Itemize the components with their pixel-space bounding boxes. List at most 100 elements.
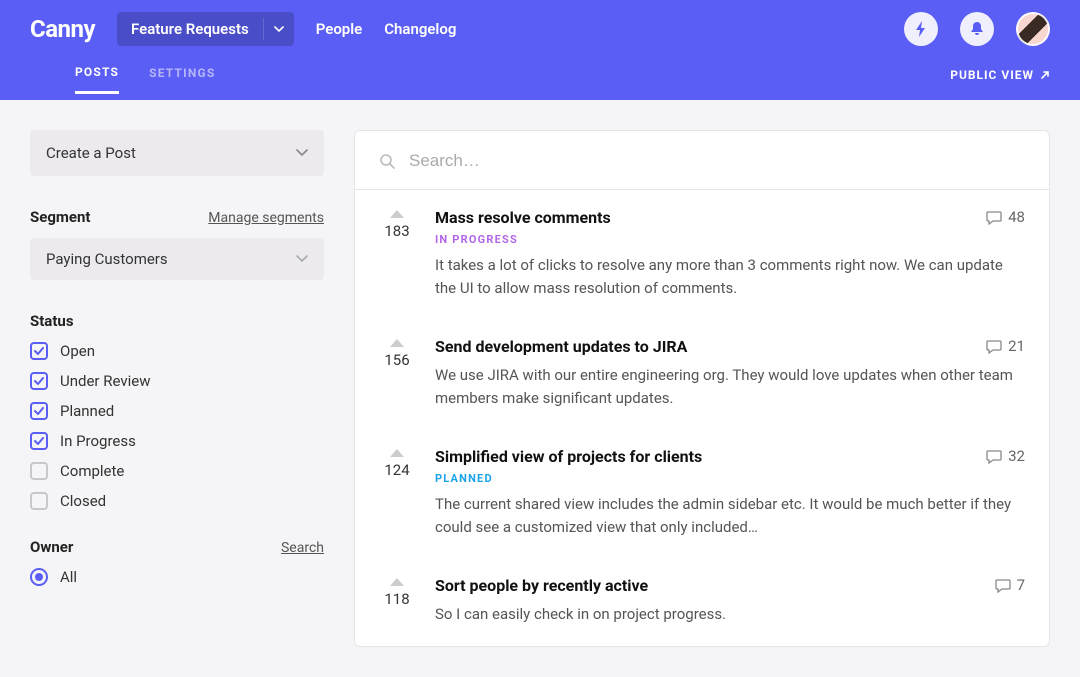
radio bbox=[30, 568, 48, 586]
lightning-button[interactable] bbox=[904, 12, 938, 46]
checkbox bbox=[30, 492, 48, 510]
chevron-down-icon bbox=[296, 149, 308, 157]
post-body: Mass resolve comments 48 IN PROGRESS It tak… bbox=[435, 208, 1025, 299]
post-title: Sort people by recently active bbox=[435, 576, 648, 595]
status-heading: Status bbox=[30, 312, 74, 330]
post-description: So I can easily check in on project prog… bbox=[435, 603, 1025, 626]
checkbox bbox=[30, 432, 48, 450]
board-selector-label: Feature Requests bbox=[117, 12, 263, 46]
status-option-label: Under Review bbox=[60, 372, 150, 390]
comment-icon bbox=[986, 339, 1002, 354]
post-description: The current shared view includes the adm… bbox=[435, 493, 1025, 538]
status-option-label: Planned bbox=[60, 402, 114, 420]
upvote-icon bbox=[390, 339, 404, 347]
nav-people[interactable]: People bbox=[316, 20, 363, 38]
app-header: Canny Feature Requests People Changelog … bbox=[0, 0, 1080, 100]
status-option-label: Complete bbox=[60, 462, 124, 480]
checkbox bbox=[30, 342, 48, 360]
upvote-icon bbox=[390, 210, 404, 218]
chevron-down-icon bbox=[274, 26, 284, 32]
owner-heading-row: Owner Search bbox=[30, 538, 324, 556]
segment-selected-value: Paying Customers bbox=[46, 250, 168, 268]
comment-icon bbox=[986, 210, 1002, 225]
bell-icon bbox=[969, 21, 985, 37]
status-option[interactable]: Complete bbox=[30, 462, 324, 480]
status-option[interactable]: In Progress bbox=[30, 432, 324, 450]
post-title: Mass resolve comments bbox=[435, 208, 611, 227]
owner-heading: Owner bbox=[30, 538, 73, 556]
post-comment-count[interactable]: 32 bbox=[986, 447, 1025, 465]
upvote-icon bbox=[390, 578, 404, 586]
post-list-panel: 183 Mass resolve comments 48 IN PROGRESS It … bbox=[354, 130, 1050, 647]
post-body: Simplified view of projects for clients 3… bbox=[435, 447, 1025, 538]
post-row[interactable]: 156 Send development updates to JIRA 21 We … bbox=[355, 319, 1049, 429]
status-option-label: In Progress bbox=[60, 432, 136, 450]
post-body: Sort people by recently active 7 So I can … bbox=[435, 576, 1025, 626]
post-row[interactable]: 183 Mass resolve comments 48 IN PROGRESS It … bbox=[355, 190, 1049, 319]
post-description: We use JIRA with our entire engineering … bbox=[435, 364, 1025, 409]
owner-option[interactable]: All bbox=[30, 568, 324, 586]
post-status-tag: PLANNED bbox=[435, 472, 1025, 485]
segment-select[interactable]: Paying Customers bbox=[30, 238, 324, 280]
vote-widget[interactable]: 124 bbox=[379, 447, 415, 538]
brand-logo[interactable]: Canny bbox=[30, 15, 95, 43]
post-title: Simplified view of projects for clients bbox=[435, 447, 702, 466]
vote-widget[interactable]: 183 bbox=[379, 208, 415, 299]
sidebar: Create a Post Segment Manage segments Pa… bbox=[30, 130, 324, 647]
post-comment-count[interactable]: 21 bbox=[986, 337, 1025, 355]
page-body: Create a Post Segment Manage segments Pa… bbox=[0, 100, 1080, 677]
checkbox bbox=[30, 462, 48, 480]
chevron-down-icon bbox=[296, 255, 308, 263]
external-link-icon bbox=[1040, 70, 1050, 80]
header-top-bar: Canny Feature Requests People Changelog bbox=[30, 0, 1050, 58]
status-option[interactable]: Planned bbox=[30, 402, 324, 420]
posts-container: 183 Mass resolve comments 48 IN PROGRESS It … bbox=[355, 190, 1049, 646]
create-post-label: Create a Post bbox=[46, 144, 136, 162]
board-selector[interactable]: Feature Requests bbox=[117, 12, 294, 46]
vote-widget[interactable]: 156 bbox=[379, 337, 415, 409]
comment-icon bbox=[995, 578, 1011, 593]
status-option-label: Closed bbox=[60, 492, 106, 510]
header-tabs: POSTS SETTINGS PUBLIC VIEW bbox=[30, 58, 1050, 100]
post-body: Send development updates to JIRA 21 We use… bbox=[435, 337, 1025, 409]
vote-count: 183 bbox=[379, 222, 415, 240]
user-avatar[interactable] bbox=[1016, 12, 1050, 46]
status-filter-list: Open Under Review Planned In Progress Comple… bbox=[30, 342, 324, 510]
board-selector-chevron[interactable] bbox=[263, 18, 294, 40]
post-status-tag: IN PROGRESS bbox=[435, 233, 1025, 246]
search-input[interactable] bbox=[409, 151, 1025, 171]
nav-changelog[interactable]: Changelog bbox=[384, 20, 456, 38]
search-icon bbox=[379, 153, 395, 169]
status-option[interactable]: Open bbox=[30, 342, 324, 360]
public-view-label: PUBLIC VIEW bbox=[950, 68, 1034, 82]
tab-settings[interactable]: SETTINGS bbox=[149, 66, 215, 92]
post-title: Send development updates to JIRA bbox=[435, 337, 687, 356]
segment-heading: Segment bbox=[30, 208, 90, 226]
notifications-button[interactable] bbox=[960, 12, 994, 46]
owner-option-label: All bbox=[60, 568, 77, 586]
checkbox bbox=[30, 372, 48, 390]
status-option[interactable]: Under Review bbox=[30, 372, 324, 390]
status-heading-row: Status bbox=[30, 312, 324, 330]
create-post-button[interactable]: Create a Post bbox=[30, 130, 324, 176]
tab-posts[interactable]: POSTS bbox=[75, 65, 119, 94]
post-row[interactable]: 124 Simplified view of projects for clien… bbox=[355, 429, 1049, 558]
upvote-icon bbox=[390, 449, 404, 457]
search-row bbox=[355, 131, 1049, 190]
post-description: It takes a lot of clicks to resolve any … bbox=[435, 254, 1025, 299]
status-option-label: Open bbox=[60, 342, 95, 360]
post-comment-count[interactable]: 7 bbox=[995, 576, 1025, 594]
checkbox bbox=[30, 402, 48, 420]
comment-icon bbox=[986, 449, 1002, 464]
post-comment-count[interactable]: 48 bbox=[986, 208, 1025, 226]
status-option[interactable]: Closed bbox=[30, 492, 324, 510]
manage-segments-link[interactable]: Manage segments bbox=[208, 210, 324, 226]
segment-heading-row: Segment Manage segments bbox=[30, 208, 324, 226]
owner-filter-list: All bbox=[30, 568, 324, 586]
post-row[interactable]: 118 Sort people by recently active 7 So I c… bbox=[355, 558, 1049, 646]
public-view-link[interactable]: PUBLIC VIEW bbox=[950, 68, 1050, 90]
lightning-icon bbox=[914, 21, 928, 37]
vote-widget[interactable]: 118 bbox=[379, 576, 415, 626]
owner-search-link[interactable]: Search bbox=[281, 540, 324, 556]
vote-count: 124 bbox=[379, 461, 415, 479]
